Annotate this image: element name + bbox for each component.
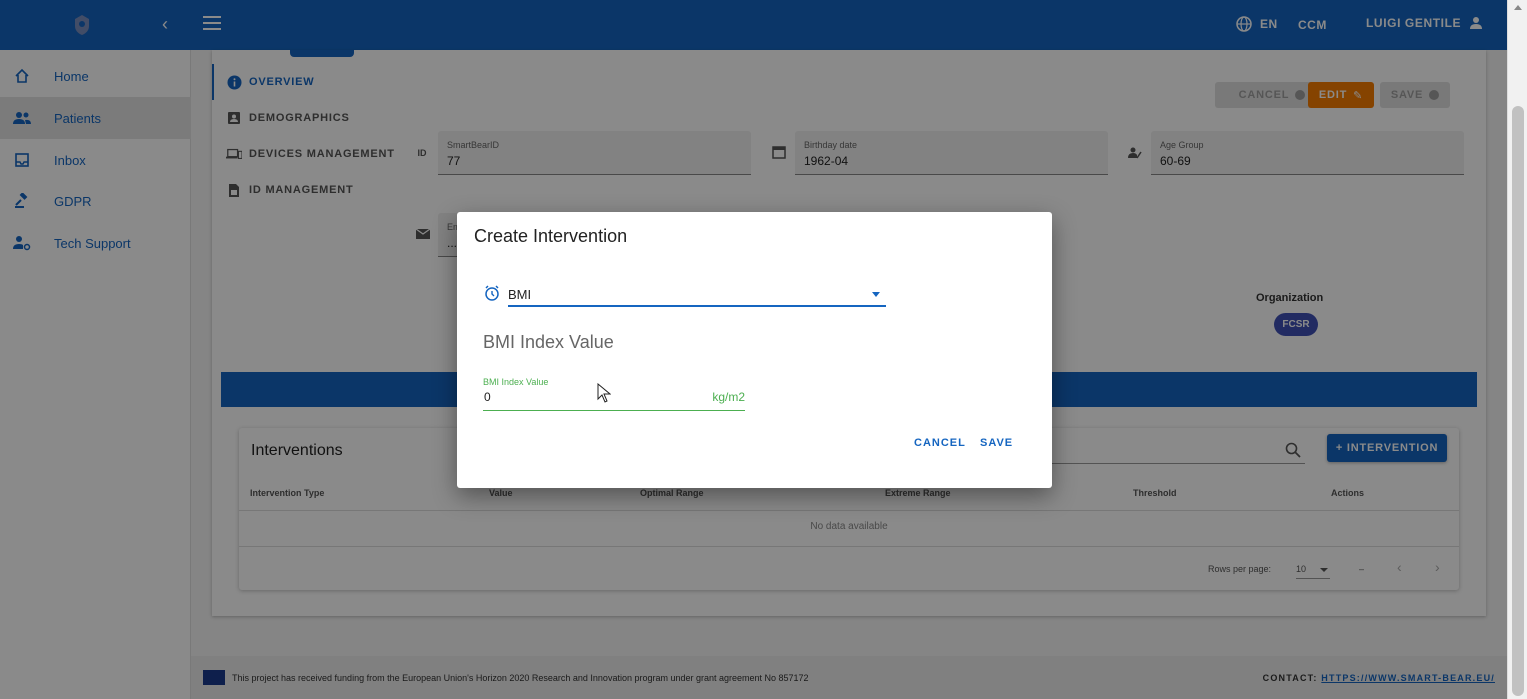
section-title: BMI Index Value — [483, 332, 614, 352]
intervention-type-select[interactable]: BMI — [508, 282, 886, 307]
mouse-cursor-icon — [597, 383, 611, 403]
scrollbar-thumb[interactable] — [1512, 106, 1524, 696]
selected-intervention-type: BMI — [508, 287, 532, 302]
field-label: BMI Index Value — [483, 377, 549, 387]
field-value: 0 — [484, 390, 491, 404]
create-intervention-dialog: Create Intervention BMI BMI Index Value … — [457, 212, 1052, 488]
page-scrollbar[interactable] — [1507, 0, 1527, 699]
dialog-cancel-button[interactable]: CANCEL — [914, 437, 966, 449]
dropdown-arrow-icon — [872, 292, 880, 297]
unit-suffix: kg/m2 — [712, 390, 745, 404]
scroll-up-icon[interactable] — [1514, 5, 1522, 10]
dialog-save-button[interactable]: SAVE — [980, 437, 1013, 449]
alarm-clock-icon — [485, 285, 499, 301]
dialog-title: Create Intervention — [474, 226, 628, 246]
bmi-value-input[interactable]: BMI Index Value 0 kg/m2 — [483, 375, 745, 411]
